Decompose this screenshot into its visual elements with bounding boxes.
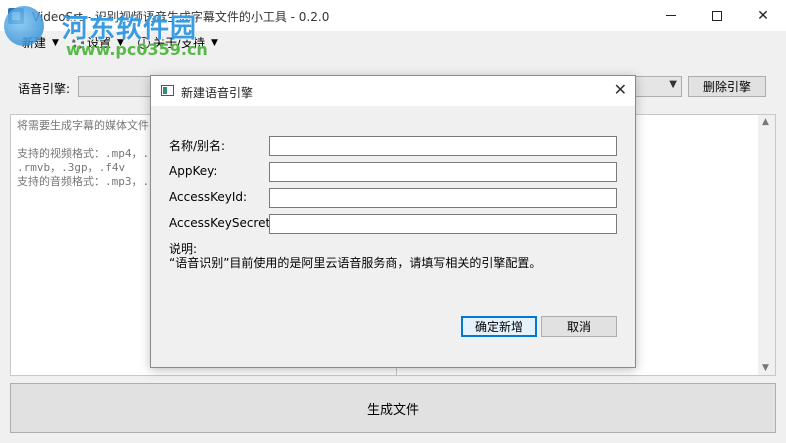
name-alias-input[interactable] [269,136,617,156]
dialog-title: 新建语音引擎 [181,86,254,100]
menu-about[interactable]: i 关于/支持 ▼ [138,34,218,51]
chevron-down-icon: ▼ [211,37,218,48]
info-icon: i [138,36,150,49]
close-button[interactable]: ✕ [740,0,786,31]
app-icon [8,8,24,24]
dialog-close-icon[interactable]: ✕ [614,80,627,99]
accesskeysecret-input[interactable] [269,214,617,234]
media-hint-text: 将需要生成字幕的媒体文件 支持的视频格式：.mp4，. .rmvb，.3gp，.… [17,119,150,188]
accesskeyid-input[interactable] [269,188,617,208]
minimize-icon [666,15,676,16]
minimize-button[interactable] [648,0,694,31]
chevron-down-icon: ▼ [52,37,59,48]
maximize-button[interactable] [694,0,740,31]
delete-engine-button[interactable]: 删除引擎 [688,76,766,97]
window-title: VideoSrt - 识别视频语音生成字幕文件的小工具 - 0.2.0 [32,10,330,24]
chevron-down-icon: ▼ [669,79,677,90]
dialog-window-icon [161,85,174,96]
engine-label: 语音引擎: [18,82,71,96]
gear-icon [72,36,84,49]
menu-settings[interactable]: 设置 ▼ [72,34,124,51]
accesskeyid-label: AccessKeyId: [169,190,248,204]
menu-bar: 新建 ▼ 设置 ▼ i 关于/支持 ▼ [0,31,786,53]
dialog-title-bar: 新建语音引擎 ✕ [151,76,635,106]
menu-new[interactable]: 新建 ▼ [22,34,59,51]
chevron-down-icon: ▼ [117,37,124,48]
vertical-scrollbar[interactable]: ▲ ▼ [758,115,775,375]
menu-settings-label: 设置 [87,36,112,50]
name-alias-label: 名称/别名: [169,139,226,153]
scroll-up-icon[interactable]: ▲ [762,117,769,127]
scroll-down-icon[interactable]: ▼ [762,363,769,373]
title-bar: VideoSrt - 识别视频语音生成字幕文件的小工具 - 0.2.0 ✕ [0,0,786,31]
cancel-button[interactable]: 取消 [541,316,617,337]
close-icon: ✕ [757,7,769,24]
menu-new-label: 新建 [22,36,47,50]
confirm-add-button[interactable]: 确定新增 [461,316,537,337]
menu-about-label: 关于/支持 [153,36,206,50]
appkey-input[interactable] [269,162,617,182]
generate-file-button[interactable]: 生成文件 [10,383,776,433]
accesskeysecret-label: AccessKeySecret: [169,216,275,230]
new-engine-dialog: 新建语音引擎 ✕ 名称/别名: AppKey: AccessKeyId: Acc… [150,75,636,368]
maximize-icon [712,10,722,21]
note-text: “语音识别”目前使用的是阿里云语音服务商，请填写相关的引擎配置。 [169,256,542,270]
appkey-label: AppKey: [169,164,218,178]
